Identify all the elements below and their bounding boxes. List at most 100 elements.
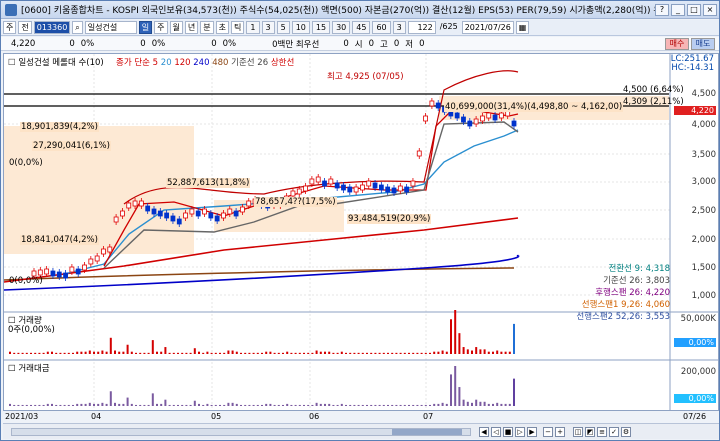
scroll-thumb[interactable]	[392, 429, 462, 435]
maximize-button[interactable]: □	[687, 3, 701, 16]
chart-scrollbar[interactable]	[11, 428, 471, 436]
candle	[164, 212, 170, 219]
nav-next-icon[interactable]: ▷	[515, 427, 525, 437]
tool-icon-5[interactable]: ⚙	[621, 427, 631, 437]
candle	[486, 112, 492, 119]
amount-y-tick-top: 200,000	[680, 367, 716, 377]
amount-bar	[231, 402, 234, 406]
interval-5[interactable]: 5	[276, 21, 290, 34]
interval-60[interactable]: 60	[372, 21, 391, 34]
trade-amount: 0백만 최우선	[272, 39, 320, 50]
stock-name-field[interactable]: 일성건설	[84, 21, 137, 34]
tab-minute[interactable]: 분	[200, 21, 214, 34]
volume-bar	[458, 333, 461, 354]
volume-bar	[298, 352, 301, 354]
amount-bar	[311, 404, 314, 406]
low-value: 0	[419, 38, 425, 49]
volume-bar	[156, 351, 158, 354]
tab-day[interactable]: 일	[138, 21, 153, 34]
interval-10[interactable]: 10	[291, 21, 310, 34]
candle	[498, 112, 504, 119]
volume-bar	[290, 352, 293, 354]
chart-area[interactable]: ☐ 일성건설 메롤대 수(10) 종가 단순 5 20 120 240 480 …	[3, 53, 719, 411]
corner-hc: HC:-14.31	[671, 63, 714, 73]
buy-button[interactable]: 매수	[665, 38, 689, 50]
tab-second[interactable]: 초	[215, 21, 230, 34]
candle	[296, 188, 302, 195]
volume-bar	[294, 352, 297, 354]
volume-bar	[244, 352, 247, 354]
candle	[145, 205, 151, 212]
annotation-volume-3: 0(0,0%)	[9, 158, 43, 168]
amount-bar	[219, 404, 221, 406]
volume-bar	[231, 350, 234, 354]
volume-bar	[441, 350, 444, 354]
volume-bar	[307, 352, 310, 354]
candle	[37, 269, 43, 276]
help-button[interactable]: ?	[655, 3, 669, 16]
stock-code-input[interactable]: 013360	[33, 21, 71, 34]
type-select[interactable]: 주	[3, 21, 17, 34]
interval-30[interactable]: 30	[332, 21, 351, 34]
volume-bar	[336, 352, 339, 354]
amount-bar	[130, 403, 133, 406]
candle	[88, 258, 94, 265]
zoom-out-icon[interactable]: −	[543, 427, 553, 437]
tool-icon-2[interactable]: ◩	[585, 427, 595, 437]
candle	[385, 186, 391, 193]
candle	[454, 112, 460, 119]
amount-bar	[370, 404, 373, 406]
sell-button[interactable]: 매도	[691, 38, 715, 50]
amount-bar	[466, 401, 469, 406]
tool-icon-3[interactable]: ≡	[597, 427, 607, 437]
date-input[interactable]: 2021/07/26	[461, 21, 514, 34]
candle	[429, 100, 435, 107]
nav-stop-icon[interactable]: ■	[503, 427, 513, 437]
interval-custom[interactable]: 3	[392, 21, 406, 34]
amount-bar	[135, 404, 137, 406]
interval-3[interactable]: 3	[261, 21, 275, 34]
period-select[interactable]: 전	[18, 21, 32, 34]
volume-bar	[475, 347, 478, 354]
amount-bar	[105, 403, 108, 406]
amount-bar	[353, 404, 356, 406]
tab-year[interactable]: 년	[184, 21, 199, 34]
amount-bar	[181, 404, 184, 406]
volume-bar	[353, 352, 356, 354]
y-tick-2500: 2,500	[691, 206, 716, 216]
candle	[461, 116, 466, 123]
nav-last-icon[interactable]: ▶	[527, 427, 537, 437]
volume-bar	[328, 351, 331, 354]
nav-first-icon[interactable]: ◀	[479, 427, 489, 437]
ma-legend: 종가 단순 5 20 120 240 480 기준선 26 상한선	[116, 56, 294, 68]
close-button[interactable]: ×	[703, 3, 717, 16]
tab-month[interactable]: 월	[169, 21, 183, 34]
amount-bar	[109, 391, 112, 406]
zoom-in-icon[interactable]: +	[555, 427, 565, 437]
candle	[416, 150, 422, 157]
tab-tick[interactable]: 틱	[231, 21, 245, 34]
tool-icon-1[interactable]: ◫	[573, 427, 583, 437]
volume-bar	[345, 352, 347, 354]
candle	[303, 185, 308, 192]
volume-bar	[282, 352, 284, 354]
interval-15[interactable]: 15	[311, 21, 331, 34]
amount-bar	[84, 403, 87, 406]
calendar-icon[interactable]: ▦	[515, 21, 530, 34]
tool-icon-4[interactable]: ✓	[609, 427, 619, 437]
volume-bar	[508, 351, 511, 354]
volume-bar	[366, 352, 368, 354]
candle	[126, 202, 132, 209]
candle	[107, 246, 113, 253]
nav-prev-icon[interactable]: ◁	[491, 427, 501, 437]
legend-conversion-line: 전환선 9: 4,318	[608, 264, 670, 274]
interval-45[interactable]: 45	[352, 21, 371, 34]
interval-1[interactable]: 1	[246, 21, 260, 34]
minimize-button[interactable]: _	[671, 3, 685, 16]
tab-week[interactable]: 주	[154, 21, 168, 34]
candle	[360, 184, 365, 191]
search-icon[interactable]: ⌕	[72, 21, 83, 34]
count-input[interactable]: 122	[407, 21, 436, 34]
amount-bar	[244, 404, 247, 406]
volume-bar	[172, 352, 175, 354]
